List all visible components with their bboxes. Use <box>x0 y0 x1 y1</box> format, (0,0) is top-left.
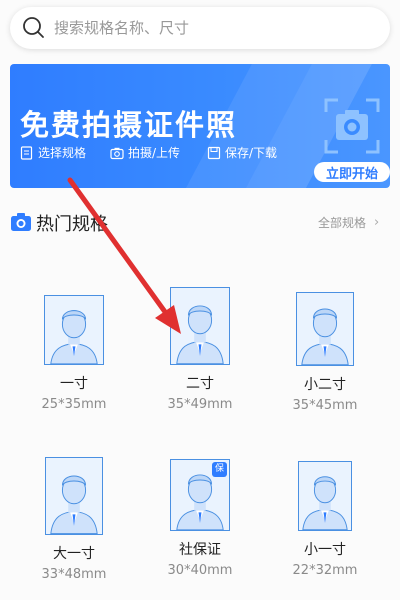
spec-card-1inch[interactable]: 一寸 25*35mm <box>14 295 134 412</box>
banner-feature-label: 选择规格 <box>38 146 87 160</box>
section-title: 热门规格 <box>36 214 108 235</box>
spec-size: 25*35mm <box>41 397 107 412</box>
promo-banner[interactable]: 免费拍摄证件照 选择规格 拍摄/上传 保存/下载 立即开始 <box>10 64 390 188</box>
spec-card-large-1inch[interactable]: 大一寸 33*48mm <box>14 457 134 582</box>
banner-feature-label: 保存/下载 <box>225 146 278 160</box>
all-specs-label: 全部规格 <box>318 216 367 230</box>
camera-icon <box>11 213 31 231</box>
portrait-icon <box>296 292 354 366</box>
spec-size: 35*49mm <box>167 397 233 412</box>
badge-insurance: 保 <box>212 462 227 477</box>
spec-name: 一寸 <box>60 376 88 392</box>
spec-size: 33*48mm <box>41 567 107 582</box>
banner-title: 免费拍摄证件照 <box>20 108 238 142</box>
spec-size: 22*32mm <box>292 563 358 578</box>
search-icon <box>23 17 44 38</box>
portrait-icon <box>170 287 230 365</box>
banner-feature-save: 保存/下载 <box>207 144 277 161</box>
banner-feature-select: 选择规格 <box>20 144 86 161</box>
spec-card-2inch[interactable]: 二寸 35*49mm <box>140 287 260 412</box>
spec-name: 大一寸 <box>53 546 95 562</box>
spec-card-small-1inch[interactable]: 小一寸 22*32mm <box>265 461 385 578</box>
portrait-icon: 保 <box>170 459 230 531</box>
spec-name: 小一寸 <box>304 542 346 558</box>
chevron-right-icon: › <box>374 215 380 230</box>
portrait-icon <box>298 461 352 531</box>
spec-name: 社保证 <box>179 542 221 558</box>
spec-size: 35*45mm <box>292 398 358 413</box>
banner-feature-shoot: 拍摄/上传 <box>110 144 180 161</box>
start-button[interactable]: 立即开始 <box>314 162 390 182</box>
search-bar[interactable] <box>10 7 390 49</box>
save-icon <box>207 146 221 159</box>
all-specs-link[interactable]: 全部规格 › <box>318 214 379 231</box>
portrait-icon <box>44 295 104 365</box>
spec-card-small-2inch[interactable]: 小二寸 35*45mm <box>265 292 385 413</box>
banner-feature-label: 拍摄/上传 <box>128 146 181 160</box>
spec-size: 30*40mm <box>167 563 233 578</box>
search-input[interactable] <box>54 19 374 37</box>
spec-name: 二寸 <box>186 376 214 392</box>
document-icon <box>20 145 33 160</box>
spec-name: 小二寸 <box>304 377 346 393</box>
camera-icon <box>110 147 124 159</box>
portrait-icon <box>45 457 103 535</box>
camera-frame-icon <box>324 98 380 154</box>
spec-card-social-security[interactable]: 保 社保证 30*40mm <box>140 459 260 578</box>
